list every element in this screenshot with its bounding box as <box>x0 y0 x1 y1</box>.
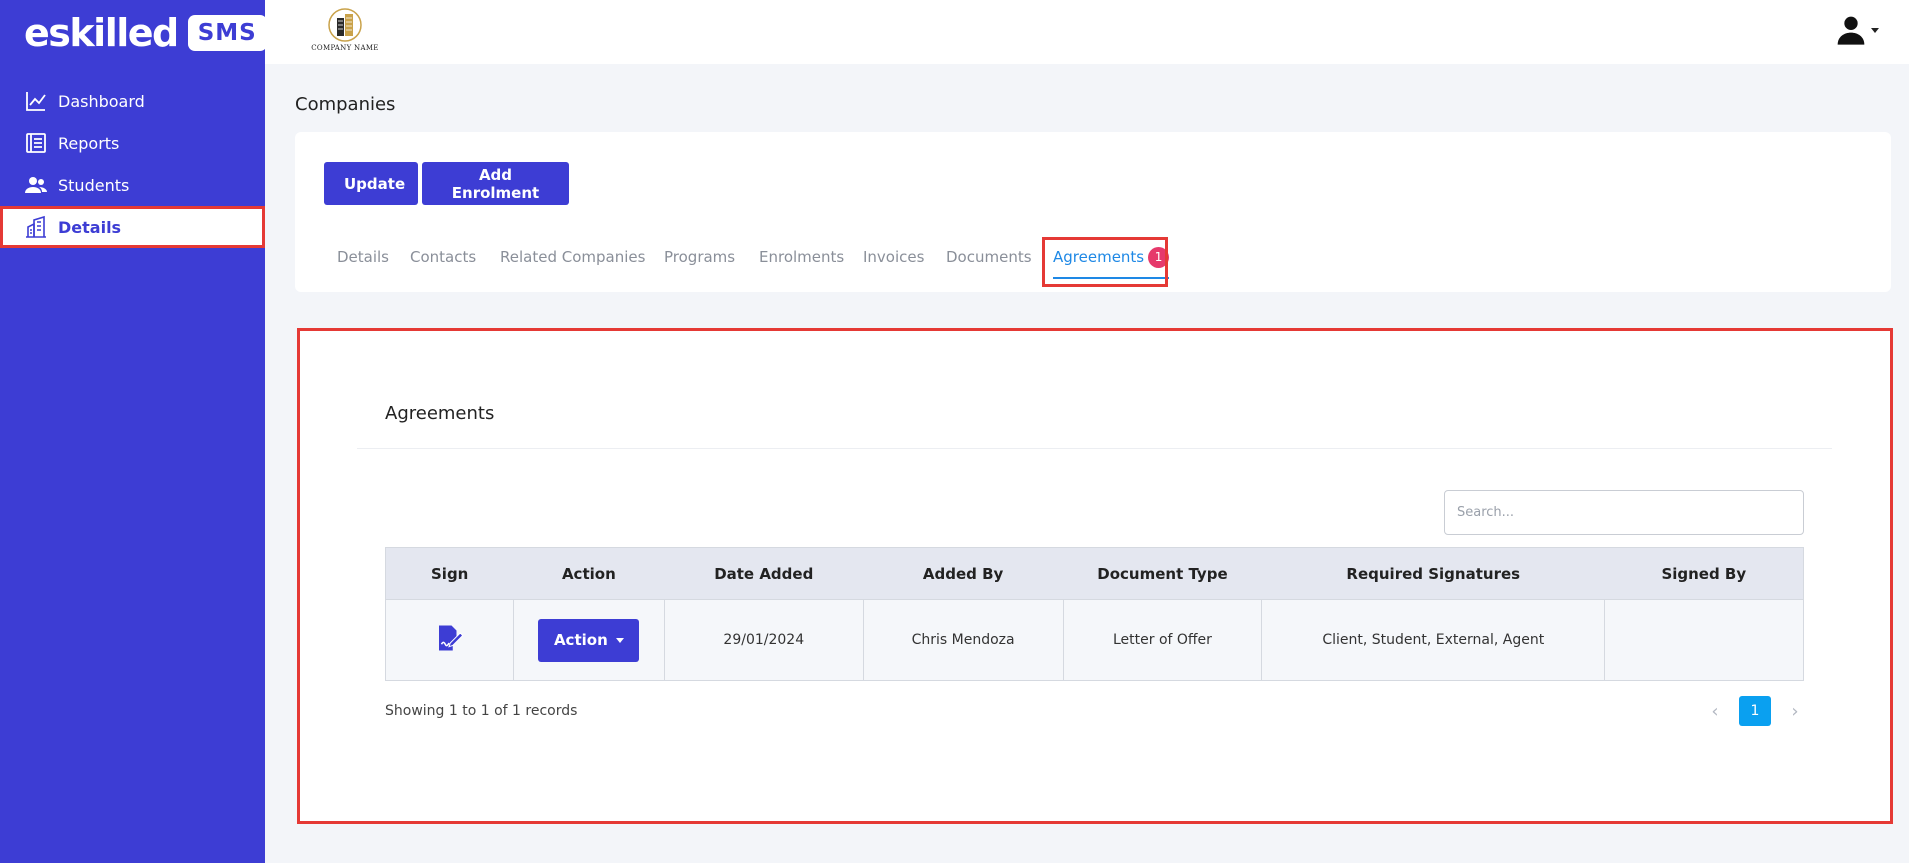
column-header-signed-by[interactable]: Signed By <box>1604 547 1804 600</box>
action-dropdown-button[interactable]: Action <box>538 618 640 662</box>
eskilled-logo: eskilled <box>24 11 179 55</box>
sign-document-icon[interactable] <box>434 623 464 653</box>
tab-documents[interactable]: Documents <box>946 237 1032 277</box>
column-header-added-by[interactable]: Added By <box>863 547 1064 600</box>
pagination: ‹ 1 › <box>1700 696 1810 726</box>
column-header-action[interactable]: Action <box>513 547 665 600</box>
highlight-frame <box>1042 237 1168 287</box>
page-number-button[interactable]: 1 <box>1739 696 1771 726</box>
section-title: Agreements <box>385 403 495 424</box>
company-logo[interactable]: COMPANY NAME <box>310 8 380 56</box>
user-icon <box>1837 16 1865 45</box>
records-summary: Showing 1 to 1 of 1 records <box>385 703 578 719</box>
reports-icon <box>24 131 48 155</box>
sidebar-item-dashboard[interactable]: Dashboard <box>0 80 265 122</box>
column-header-document-type[interactable]: Document Type <box>1063 547 1262 600</box>
date-added-cell: 29/01/2024 <box>664 599 864 681</box>
sign-cell <box>385 599 514 681</box>
column-header-date-added[interactable]: Date Added <box>664 547 864 600</box>
sidebar-item-label: Details <box>58 217 122 237</box>
chevron-down-icon <box>615 637 624 643</box>
add-enrolment-button[interactable]: Add Enrolment <box>422 162 569 205</box>
agreements-card: Agreements Sign Action Date Added Added … <box>297 328 1893 824</box>
tab-related-companies[interactable]: Related Companies <box>500 237 645 277</box>
action-cell: Action <box>513 599 665 681</box>
document-type-cell: Letter of Offer <box>1063 599 1263 681</box>
next-page-button[interactable]: › <box>1780 696 1810 726</box>
action-label: Action <box>553 631 608 649</box>
tab-details[interactable]: Details <box>337 237 389 277</box>
tab-enrolments[interactable]: Enrolments <box>759 237 844 277</box>
users-icon <box>24 173 48 197</box>
sidebar-item-details[interactable]: Details <box>0 206 265 248</box>
signed-by-cell <box>1604 599 1804 681</box>
column-header-required-signatures[interactable]: Required Signatures <box>1261 547 1605 600</box>
user-menu[interactable] <box>1835 14 1879 46</box>
divider <box>357 448 1832 449</box>
agreements-table: Sign Action Date Added Added By Document… <box>385 547 1804 681</box>
sidebar-item-reports[interactable]: Reports <box>0 122 265 164</box>
tab-invoices[interactable]: Invoices <box>863 237 924 277</box>
sidebar-item-label: Dashboard <box>58 91 145 111</box>
required-signatures-cell: Client, Student, External, Agent <box>1261 599 1606 681</box>
chevron-down-icon <box>1871 27 1879 33</box>
top-bar: COMPANY NAME <box>265 0 1909 64</box>
sidebar-item-label: Reports <box>58 133 120 153</box>
building-icon <box>24 215 48 239</box>
company-name-text: COMPANY NAME <box>311 44 379 52</box>
table-header-row: Sign Action Date Added Added By Document… <box>385 547 1804 600</box>
page-title: Companies <box>295 94 396 115</box>
sidebar: eskilled SMS « Dashboard Reports Student… <box>0 0 267 863</box>
previous-page-button[interactable]: ‹ <box>1700 696 1730 726</box>
sidebar-nav: Dashboard Reports Students Details <box>0 80 265 248</box>
table-row: Action 29/01/2024 Chris Mendoza Letter o… <box>385 599 1804 681</box>
tab-programs[interactable]: Programs <box>664 237 735 277</box>
collapse-sidebar-icon[interactable]: « <box>253 18 265 40</box>
search-input[interactable] <box>1444 490 1804 535</box>
tab-contacts[interactable]: Contacts <box>410 237 476 277</box>
company-header-card: Update Add Enrolment Details Contacts Re… <box>295 132 1891 292</box>
company-building-icon <box>328 8 362 42</box>
added-by-cell: Chris Mendoza <box>863 599 1064 681</box>
sidebar-item-label: Students <box>58 175 130 195</box>
sidebar-item-students[interactable]: Students <box>0 164 265 206</box>
update-button[interactable]: Update <box>324 162 418 205</box>
brand-logo[interactable]: eskilled SMS <box>24 13 267 53</box>
chart-line-icon <box>24 89 48 113</box>
column-header-sign[interactable]: Sign <box>385 547 514 600</box>
